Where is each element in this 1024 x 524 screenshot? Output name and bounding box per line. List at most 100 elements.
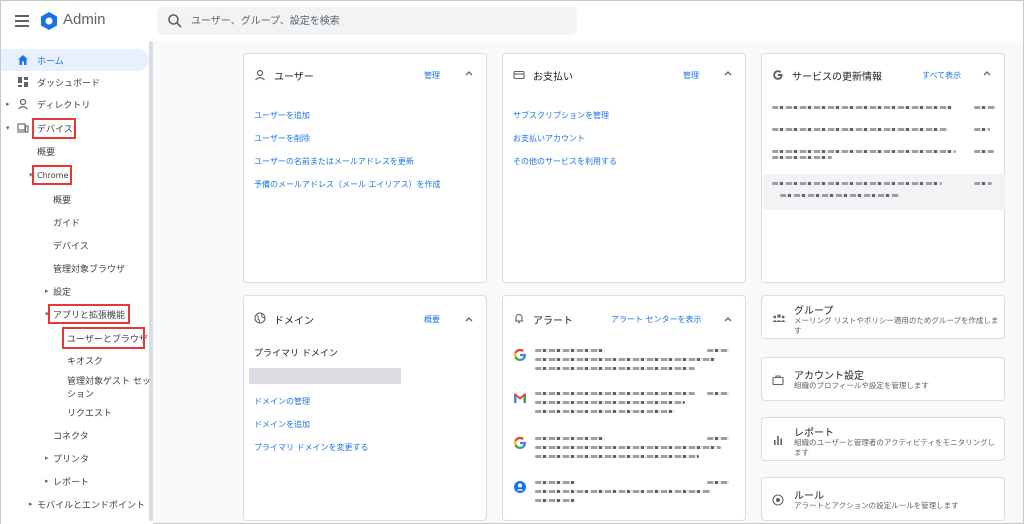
add-user-link[interactable]: ユーザーを追加 [254,110,310,121]
card-header: サービスの更新情報 すべて表示 [762,54,1004,94]
card-header: ドメイン 概要 [244,296,486,336]
rename-user-link[interactable]: ユーザーの名前またはメールアドレスを更新 [254,156,414,167]
users-card: ユーザー 管理 ユーザーを追加 ユーザーを削除 ユーザーの名前またはメールアドレ… [243,53,487,283]
sidebar-item-connectors[interactable]: コネクタ [1,424,149,446]
manage-subscriptions-link[interactable]: サブスクリプションを管理 [513,110,609,121]
blurred-alert-text [535,401,685,404]
sidebar-item-label: ガイド [53,218,81,229]
reports-card[interactable]: レポート 組織のユーザーと管理者のアクティビティをモニタリングします [761,417,1005,461]
manage-link[interactable]: 管理 [683,70,699,81]
search-bar[interactable] [157,7,577,35]
sidebar-item-chrome-overview[interactable]: 概要 [1,188,149,210]
sidebar-item-label: ション [67,390,95,400]
create-alias-link[interactable]: 予備のメールアドレス（メール エイリアス）を作成 [254,179,441,190]
primary-domain-label: プライマリ ドメイン [254,349,338,359]
google-g-icon [773,70,783,80]
sidebar-item-reports[interactable]: ▸ レポート [1,470,149,492]
globe-icon [254,312,266,324]
card-subtitle: 組織のプロフィールや設定を管理します [794,381,929,390]
google-icon [513,436,526,449]
delete-user-link[interactable]: ユーザーを削除 [254,133,310,144]
chevron-up-icon[interactable] [982,68,992,78]
caret-right-icon: ▸ [6,100,10,108]
caret-right-icon: ▸ [45,287,49,295]
sidebar-item-guide[interactable]: ガイド [1,211,149,233]
card-title: ルール [794,491,824,502]
search-input[interactable] [191,12,561,30]
blurred-alert-text [707,349,729,352]
blurred-update-text [772,106,952,109]
sidebar-item-label: 概要 [37,147,56,158]
card-header: アラート アラート センターを表示 [503,296,745,336]
chevron-up-icon[interactable] [723,68,733,78]
top-bar: Admin [1,1,1023,41]
card-title: アラート [533,316,573,327]
sidebar-item-label: コネクタ [53,431,89,442]
billing-accounts-link[interactable]: お支払いアカウント [513,133,585,144]
sidebar-item-chrome[interactable]: ▾ Chrome [1,164,149,186]
sidebar-item-overview[interactable]: 概要 [1,140,149,162]
sidebar-item-label: プリンタ [53,454,90,465]
sidebar-item-kiosk[interactable]: キオスク [1,349,149,371]
sidebar-item-label: ホーム [37,56,64,67]
blurred-update-text [974,106,996,109]
google-icon [513,348,526,361]
sidebar-scrollbar[interactable] [149,41,153,521]
sidebar-item-label: Chrome [37,170,69,180]
sidebar-item-directory[interactable]: ▸ ディレクトリ [1,93,149,115]
sidebar-item-requests[interactable]: リクエスト [1,401,149,423]
sidebar-item-label: ダッシュボード [37,78,101,89]
bar-chart-icon [774,436,782,445]
blurred-alert-text [707,437,729,440]
blurred-alert-text [535,481,575,484]
chevron-up-icon[interactable] [464,68,474,78]
sidebar-item-apps-extensions[interactable]: ▾ アプリと拡張機能 [1,303,149,325]
alerts-card: アラート アラート センターを表示 [502,295,746,521]
groups-card[interactable]: グループ メーリング リストやポリシー適用のためグループを作成します [761,295,1005,339]
sidebar-item-label: ユーザーとブラウザ [67,334,148,345]
chevron-up-icon[interactable] [723,314,733,324]
add-domain-link[interactable]: ドメインを追加 [254,419,310,430]
sidebar-item-printers[interactable]: ▸ プリンタ [1,447,149,469]
manage-domains-link[interactable]: ドメインの管理 [254,396,310,407]
person-icon [18,98,28,110]
caret-down-icon: ▾ [29,171,33,179]
update-row-selected[interactable] [763,174,1005,210]
sidebar-item-chrome-devices[interactable]: デバイス [1,234,149,256]
sidebar-item-mobile-endpoints[interactable]: ▸ モバイルとエンドポイント [1,493,149,515]
billing-card: お支払い 管理 サブスクリプションを管理 お支払いアカウント その他のサービスを… [502,53,746,283]
rules-card[interactable]: ルール アラートとアクションの設定ルールを管理します [761,477,1005,521]
account-settings-card[interactable]: アカウント設定 組織のプロフィールや設定を管理します [761,357,1005,401]
card-title: レポート [794,428,834,439]
card-title: ユーザー [274,72,314,83]
sidebar: ホーム ダッシュボード ▸ ディレクトリ ▾ デバイス 概要 ▾ Chrome … [1,41,153,524]
bell-icon [515,313,523,324]
sidebar-item-settings[interactable]: ▸ 設定 [1,280,149,302]
blurred-update-text [974,182,992,185]
view-alert-center-link[interactable]: アラート センターを表示 [611,314,702,325]
card-header: ユーザー 管理 [244,54,486,94]
manage-link[interactable]: 管理 [424,70,440,81]
sidebar-item-devices[interactable]: ▾ デバイス [1,117,149,139]
sidebar-item-dashboard[interactable]: ダッシュボード [1,71,149,93]
redacted-domain [249,368,401,384]
menu-icon[interactable] [13,13,31,29]
chevron-up-icon[interactable] [464,314,474,324]
credit-card-icon [513,70,525,80]
sidebar-item-managed-guest[interactable]: 管理対象ゲスト セッ ション [1,371,151,401]
sidebar-item-label: 管理対象ブラウザ [53,264,126,275]
sidebar-item-home[interactable]: ホーム [1,49,149,71]
change-primary-domain-link[interactable]: プライマリ ドメインを変更する [254,442,369,453]
sidebar-item-label: 設定 [53,287,72,298]
sidebar-item-users-browsers[interactable]: ユーザーとブラウザ [1,327,149,349]
sidebar-item-label: キオスク [67,356,104,367]
other-services-link[interactable]: その他のサービスを利用する [513,156,617,167]
sidebar-item-label: ディレクトリ [37,100,91,111]
blurred-alert-text [535,437,605,440]
domain-card: ドメイン 概要 プライマリ ドメイン ドメインの管理 ドメインを追加 プライマリ… [243,295,487,521]
sidebar-item-managed-browsers[interactable]: 管理対象ブラウザ [1,257,149,279]
overview-link[interactable]: 概要 [424,314,440,325]
blurred-update-text [772,156,832,159]
view-all-link[interactable]: すべて表示 [922,70,961,81]
sidebar-item-label: 管理対象ゲスト セッ [67,377,151,387]
